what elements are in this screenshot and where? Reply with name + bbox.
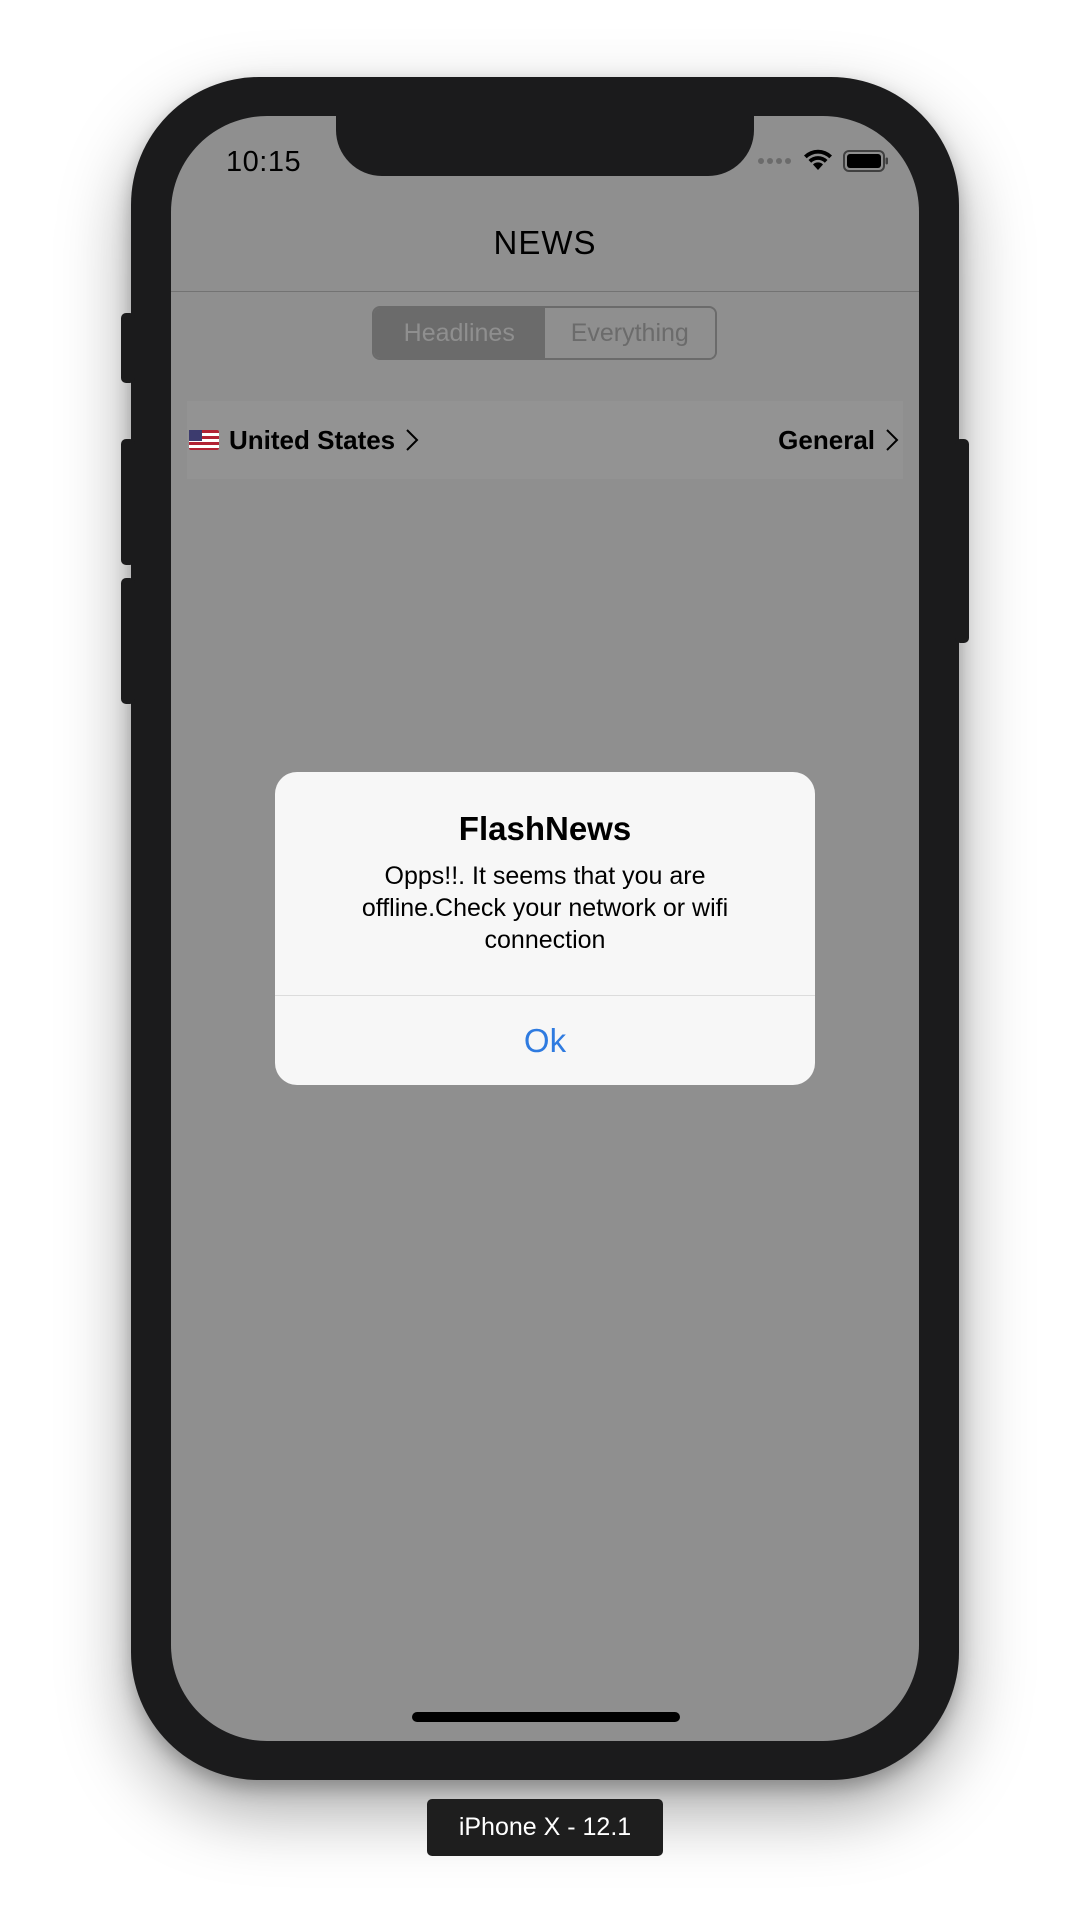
category-selector[interactable]: General [778, 425, 899, 456]
alert-dialog: FlashNews Opps!!. It seems that you are … [275, 772, 815, 1085]
power-button [955, 439, 969, 643]
wifi-icon [804, 149, 832, 170]
segment-everything[interactable]: Everything [544, 308, 715, 358]
battery-icon [843, 150, 888, 172]
notch [336, 116, 754, 176]
volume-up-button [121, 439, 135, 565]
nav-title: NEWS [493, 224, 597, 261]
alert-title: FlashNews [458, 810, 632, 847]
country-selector[interactable]: United States [189, 425, 419, 456]
home-indicator[interactable] [412, 1712, 680, 1722]
segment-headlines[interactable]: Headlines [374, 308, 545, 358]
segmented-control: Headlines Everything [372, 306, 717, 360]
device-label: iPhone X - 12.1 [427, 1799, 663, 1856]
signal-dots-icon [758, 158, 791, 164]
alert-message: Opps!!. It seems that you are offline.Ch… [361, 862, 729, 954]
device-frame: 10:15 NEWS Headlines Everything United S… [121, 77, 969, 1780]
category-label: General [778, 424, 875, 455]
status-icons [757, 146, 889, 176]
chevron-right-icon [405, 428, 419, 452]
nav-divider [171, 291, 919, 292]
chevron-right-icon [885, 428, 899, 452]
alert-ok-button[interactable]: Ok [275, 996, 815, 1085]
filter-bar: United States General [187, 401, 903, 479]
us-flag-icon [189, 430, 219, 450]
silent-switch [121, 313, 135, 383]
volume-down-button [121, 578, 135, 704]
status-time: 10:15 [226, 146, 302, 178]
country-label: United States [229, 424, 396, 455]
screen: 10:15 NEWS Headlines Everything United S… [171, 116, 919, 1741]
